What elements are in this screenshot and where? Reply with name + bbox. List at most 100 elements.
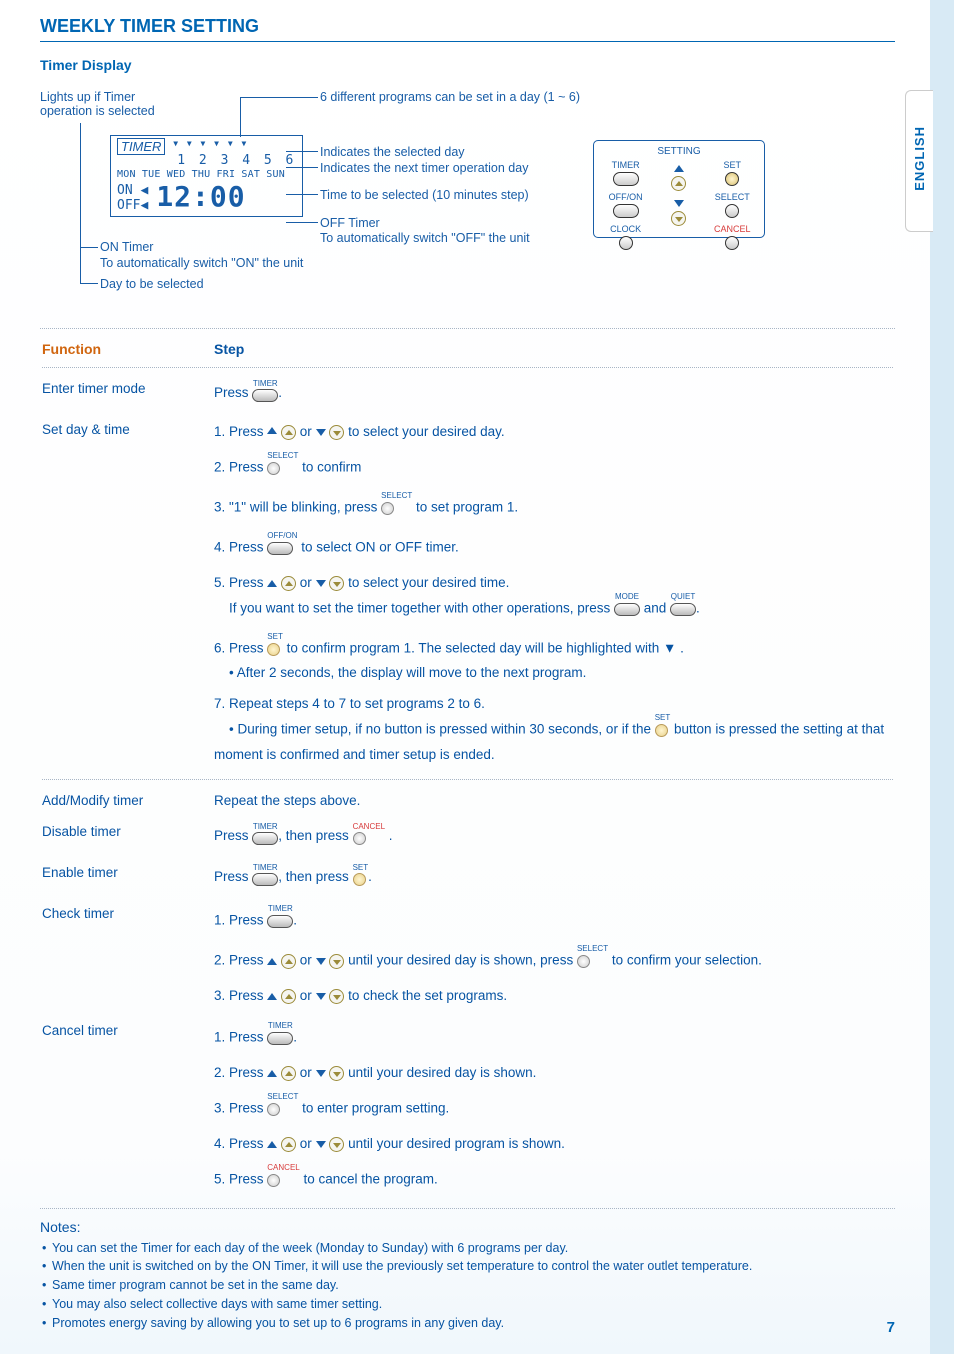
- page-title: WEEKLY TIMER SETTING: [40, 16, 895, 42]
- timer-button-icon: [252, 389, 278, 402]
- notes-list: You can set the Timer for each day of th…: [40, 1240, 895, 1332]
- remote-cancel-label: CANCEL: [706, 224, 758, 234]
- program-numbers: 1 2 3 4 5 6: [177, 153, 296, 168]
- cancel-button-icon: [353, 832, 366, 845]
- row-set-day-time: Set day & time 1. Press or to select you…: [42, 415, 893, 773]
- remote-setting-panel: SETTING TIMER OFF/ON CLOCK: [593, 140, 765, 238]
- anno-day-selected: Day to be selected: [100, 277, 204, 291]
- func-label: Set day & time: [42, 415, 212, 773]
- separator: [40, 1208, 895, 1209]
- language-label: ENGLISH: [912, 126, 927, 191]
- func-label: Add/Modify timer: [42, 786, 212, 815]
- set-button-icon: [353, 873, 366, 886]
- remote-timer-label: TIMER: [600, 160, 652, 170]
- down-button-icon: [329, 989, 344, 1004]
- timer-button-icon: [252, 873, 278, 886]
- select-button[interactable]: [725, 204, 739, 218]
- remote-set-label: SET: [706, 160, 758, 170]
- down-icon: [316, 958, 326, 965]
- up-button-icon: [281, 1066, 296, 1081]
- step-content: 1. Press TIMER. 2. Press or until your d…: [214, 899, 893, 1014]
- row-add-modify: Add/Modify timer Repeat the steps above.: [42, 786, 893, 815]
- down-icon: [316, 1141, 326, 1148]
- down-icon: [316, 1070, 326, 1077]
- anno-time-step: Time to be selected (10 minutes step): [320, 188, 529, 202]
- mode-button-icon: [614, 603, 640, 616]
- down-button-icon: [329, 1137, 344, 1152]
- func-label: Enable timer: [42, 858, 212, 897]
- clock-button[interactable]: [619, 236, 633, 250]
- down-arrow-icon: [674, 200, 684, 207]
- table-header-row: Function Step: [42, 335, 893, 361]
- down-button[interactable]: [671, 211, 686, 226]
- down-button-icon: [329, 425, 344, 440]
- set-button-icon: [267, 643, 280, 656]
- row-enable: Enable timer Press TIMER, then press SET…: [42, 858, 893, 897]
- down-icon: [316, 993, 326, 1000]
- cancel-button[interactable]: [725, 236, 739, 250]
- timer-display-subtitle: Timer Display: [40, 57, 895, 73]
- row-disable: Disable timer Press TIMER, then press CA…: [42, 817, 893, 856]
- anno-on-timer: ON Timer: [100, 240, 153, 254]
- note-item: You can set the Timer for each day of th…: [40, 1240, 895, 1257]
- row-cancel: Cancel timer 1. Press TIMER. 2. Press or…: [42, 1016, 893, 1202]
- note-item: When the unit is switched on by the ON T…: [40, 1258, 895, 1275]
- offon-button[interactable]: [613, 204, 639, 218]
- step-content: Repeat the steps above.: [214, 786, 893, 815]
- down-button-icon: [329, 1066, 344, 1081]
- up-button-icon: [281, 989, 296, 1004]
- func-label: Check timer: [42, 899, 212, 1014]
- manual-page: WEEKLY TIMER SETTING Timer Display ENGLI…: [0, 0, 930, 1354]
- off-indicator: OFF◀: [117, 198, 148, 213]
- note-item: Promotes energy saving by allowing you t…: [40, 1315, 895, 1332]
- up-button-icon: [281, 576, 296, 591]
- down-button-icon: [329, 954, 344, 969]
- step-header: Step: [214, 335, 893, 361]
- function-header: Function: [42, 335, 212, 361]
- cancel-button-icon: [267, 1174, 280, 1187]
- quiet-button-icon: [670, 603, 696, 616]
- up-button-icon: [281, 954, 296, 969]
- func-label: Cancel timer: [42, 1016, 212, 1202]
- anno-on-timer-sub: To automatically switch "ON" the unit: [100, 256, 303, 270]
- remote-clock-label: CLOCK: [600, 224, 652, 234]
- time-display: 12:00: [156, 180, 245, 213]
- timer-button-icon: [267, 915, 293, 928]
- timer-button[interactable]: [613, 172, 639, 186]
- up-icon: [267, 1141, 277, 1148]
- on-indicator: ON ◀: [117, 183, 148, 198]
- up-button[interactable]: [671, 176, 686, 191]
- timer-button-icon: [267, 1032, 293, 1045]
- step-content: Press TIMER, then press CANCEL .: [214, 817, 893, 856]
- separator: [40, 328, 895, 329]
- set-button-icon: [655, 724, 668, 737]
- select-button-icon: [577, 955, 590, 968]
- up-icon: [267, 1070, 277, 1077]
- up-button-icon: [281, 1137, 296, 1152]
- anno-off-timer: OFF Timer: [320, 216, 380, 230]
- timer-display-panel: TIMER ▼ ▼ ▼ ▼ ▼ ▼ TIMER 1 2 3 4 5 6 MON …: [110, 135, 303, 217]
- step-content: Press TIMER, then press SET.: [214, 858, 893, 897]
- select-button-icon: [381, 502, 394, 515]
- down-icon: [316, 429, 326, 436]
- select-button-icon: [267, 1103, 280, 1116]
- anno-off-timer-sub: To automatically switch "OFF" the unit: [320, 231, 530, 245]
- function-table: Function Step Enter timer mode Press TIM…: [40, 333, 895, 1204]
- up-arrow-icon: [674, 165, 684, 172]
- select-button-icon: [267, 462, 280, 475]
- timer-button-icon: [252, 832, 278, 845]
- anno-lights-up: Lights up if Timer operation is selected: [40, 90, 190, 118]
- remote-select-label: SELECT: [706, 192, 758, 202]
- notes-heading: Notes:: [40, 1219, 895, 1235]
- remote-offon-label: OFF/ON: [600, 192, 652, 202]
- step-content: 1. Press TIMER. 2. Press or until your d…: [214, 1016, 893, 1202]
- func-label: Enter timer mode: [42, 374, 212, 413]
- anno-selected-day: Indicates the selected day: [320, 145, 465, 159]
- step-content: Press TIMER.: [214, 374, 893, 413]
- note-item: Same timer program cannot be set in the …: [40, 1277, 895, 1294]
- set-button[interactable]: [725, 172, 739, 186]
- row-check: Check timer 1. Press TIMER. 2. Press or …: [42, 899, 893, 1014]
- up-icon: [267, 427, 277, 434]
- up-icon: [267, 580, 277, 587]
- offon-button-icon: [267, 542, 293, 555]
